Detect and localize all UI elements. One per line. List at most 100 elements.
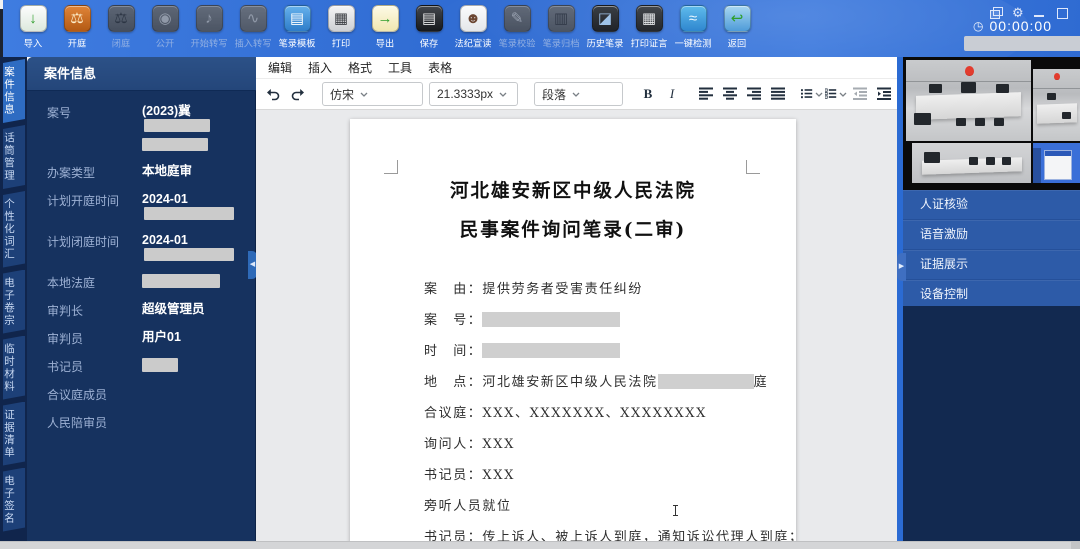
right-panel: 人证核验语音激励证据展示设备控制 bbox=[897, 57, 1080, 541]
numbered-list-button[interactable] bbox=[825, 83, 847, 105]
menu-1[interactable]: 编辑 bbox=[260, 59, 300, 76]
align-right-button[interactable] bbox=[743, 83, 765, 105]
redaction-block bbox=[142, 138, 208, 151]
redaction-block bbox=[144, 119, 210, 132]
right-panel-button-2[interactable]: 语音激励 bbox=[903, 220, 1080, 250]
document-redaction-block bbox=[482, 343, 620, 358]
toolbar-button-label: 插入转写 bbox=[235, 36, 272, 50]
menu-5[interactable]: 表格 bbox=[420, 59, 460, 76]
case-field-label: 案号 bbox=[47, 104, 142, 153]
italic-button[interactable]: I bbox=[661, 83, 683, 105]
redaction-block bbox=[142, 274, 220, 288]
menu-2[interactable]: 插入 bbox=[300, 59, 340, 76]
outdent-button[interactable] bbox=[849, 83, 871, 105]
toolbar-button-import[interactable]: ↓导入 bbox=[11, 5, 55, 50]
sidebar-tab-3[interactable]: 个性化词汇 bbox=[3, 191, 25, 268]
toolbar-button-discipline-read[interactable]: ☻法纪宣读 bbox=[451, 5, 495, 50]
case-field-label: 办案类型 bbox=[47, 164, 142, 181]
toolbar-button-label: 笔录校验 bbox=[499, 36, 536, 50]
collapsed-info-bar[interactable] bbox=[964, 36, 1080, 51]
toolbar-button-public[interactable]: ◉公开 bbox=[143, 5, 187, 50]
bullet-list-button[interactable] bbox=[801, 83, 823, 105]
chevron-down-icon bbox=[815, 92, 823, 97]
toolbar-button-label: 保存 bbox=[420, 36, 438, 50]
toolbar-button-label: 历史笔录 bbox=[587, 36, 624, 50]
case-field-row: 书记员 bbox=[47, 358, 256, 375]
document-line: 书记员：XXX bbox=[424, 464, 796, 495]
chevron-down-icon bbox=[572, 92, 580, 97]
toolbar-button-open-court[interactable]: ⚖开庭 bbox=[55, 5, 99, 50]
sidebar-tab-5[interactable]: 临时材料 bbox=[3, 336, 25, 400]
toolbar-button-back[interactable]: ↩返回 bbox=[715, 5, 759, 50]
editor-menubar: 编辑插入格式工具表格 bbox=[256, 57, 897, 79]
toolbar-buttons: ↓导入⚖开庭⚖闭庭◉公开♪开始转写∿插入转写▤笔录模板▦打印→导出▤保存☻法纪宣… bbox=[11, 5, 759, 50]
case-panel-title: 案件信息 bbox=[27, 57, 256, 91]
sidebar-tab-2[interactable]: 话筒管理 bbox=[3, 125, 25, 189]
clock-icon: ◷ bbox=[973, 19, 984, 33]
record-template-icon: ▤ bbox=[284, 5, 311, 32]
align-center-button[interactable] bbox=[719, 83, 741, 105]
insert-transcribe-icon: ∿ bbox=[240, 5, 267, 32]
toolbar-button-label: 导出 bbox=[376, 36, 394, 50]
right-panel-button-1[interactable]: 人证核验 bbox=[903, 190, 1080, 220]
redo-button[interactable] bbox=[286, 83, 308, 105]
sidebar-tab-7[interactable]: 电子签名 bbox=[3, 468, 25, 532]
sidebar-tab-6[interactable]: 证据清单 bbox=[3, 402, 25, 466]
undo-button[interactable] bbox=[262, 83, 284, 105]
toolbar-button-insert-transcribe[interactable]: ∿ 插入转写 bbox=[231, 5, 275, 50]
document-line: 案 号： bbox=[424, 309, 796, 340]
font-size-select[interactable]: 21.3333px bbox=[429, 82, 518, 106]
bold-button[interactable]: B bbox=[637, 83, 659, 105]
collapse-right-panel-handle[interactable]: ▶ bbox=[897, 253, 906, 281]
bottom-scrollbar[interactable] bbox=[0, 541, 1080, 549]
align-justify-button[interactable] bbox=[767, 83, 789, 105]
toolbar-button-print[interactable]: ▦打印 bbox=[319, 5, 363, 50]
camera-secondary-view bbox=[1033, 69, 1080, 141]
left-tab-strip: 案件信息话筒管理个性化词汇电子卷宗临时材料证据清单电子签名 bbox=[0, 57, 27, 541]
screen-share-view bbox=[1033, 143, 1080, 183]
editor-canvas[interactable]: 河北雄安新区中级人民法院 民事案件询问笔录(二审) 案 由：提供劳务者受害责任纠… bbox=[256, 110, 897, 541]
document-line: 书记员：传上诉人、被上诉人到庭，通知诉讼代理人到庭； bbox=[424, 526, 796, 541]
toolbar-button-record-archive[interactable]: ▥笔录归档 bbox=[539, 5, 583, 50]
record-archive-icon: ▥ bbox=[548, 5, 575, 32]
toolbar-button-record-template[interactable]: ▤笔录模板 bbox=[275, 5, 319, 50]
sidebar-tab-4[interactable]: 电子卷宗 bbox=[3, 270, 25, 334]
toolbar-button-print-testimony[interactable]: ▦打印证言 bbox=[627, 5, 671, 50]
discipline-read-icon: ☻ bbox=[460, 5, 487, 32]
one-key-check-icon: ≈ bbox=[680, 5, 707, 32]
toolbar-button-record-verify[interactable]: ✎笔录校验 bbox=[495, 5, 539, 50]
toolbar-button-start-transcribe[interactable]: ♪开始转写 bbox=[187, 5, 231, 50]
toolbar-button-save[interactable]: ▤保存 bbox=[407, 5, 451, 50]
case-field-label: 计划闭庭时间 bbox=[47, 233, 142, 263]
toolbar-button-label: 导入 bbox=[24, 36, 42, 50]
document-redaction-block bbox=[658, 374, 754, 389]
toolbar-button-history-record[interactable]: ◪历史笔录 bbox=[583, 5, 627, 50]
scrollbar-end-button[interactable] bbox=[1071, 542, 1080, 549]
case-field-value: 2024-01 bbox=[142, 233, 256, 263]
close-court-icon: ⚖ bbox=[108, 5, 135, 32]
paragraph-format-select[interactable]: 段落 bbox=[534, 82, 623, 106]
session-timer: ◷ 00:00:00 bbox=[973, 18, 1052, 34]
right-panel-button-3[interactable]: 证据展示 bbox=[903, 250, 1080, 280]
case-field-row: 计划开庭时间2024-01 bbox=[47, 192, 256, 222]
document-page[interactable]: 河北雄安新区中级人民法院 民事案件询问笔录(二审) 案 由：提供劳务者受害责任纠… bbox=[350, 119, 796, 541]
align-left-button[interactable] bbox=[695, 83, 717, 105]
toolbar-button-export[interactable]: →导出 bbox=[363, 5, 407, 50]
font-family-select[interactable]: 仿宋 bbox=[322, 82, 423, 106]
sidebar-tab-1[interactable]: 案件信息 bbox=[3, 59, 25, 123]
menu-4[interactable]: 工具 bbox=[380, 59, 420, 76]
toolbar-button-label: 闭庭 bbox=[112, 36, 130, 50]
redaction-block bbox=[144, 207, 234, 220]
courtroom-video[interactable] bbox=[903, 57, 1080, 190]
top-toolbar: ↓导入⚖开庭⚖闭庭◉公开♪开始转写∿插入转写▤笔录模板▦打印→导出▤保存☻法纪宣… bbox=[0, 0, 1080, 57]
back-icon: ↩ bbox=[724, 5, 751, 32]
margin-mark-left bbox=[384, 160, 398, 174]
menu-3[interactable]: 格式 bbox=[340, 59, 380, 76]
case-field-row: 本地法庭 bbox=[47, 274, 256, 291]
toolbar-button-one-key-check[interactable]: ≈一键检测 bbox=[671, 5, 715, 50]
toolbar-button-close-court[interactable]: ⚖ 闭庭 bbox=[99, 5, 143, 50]
maximize-icon[interactable] bbox=[1056, 7, 1068, 19]
timer-value: 00:00:00 bbox=[990, 18, 1053, 34]
public-icon: ◉ bbox=[152, 5, 179, 32]
indent-button[interactable] bbox=[873, 83, 895, 105]
